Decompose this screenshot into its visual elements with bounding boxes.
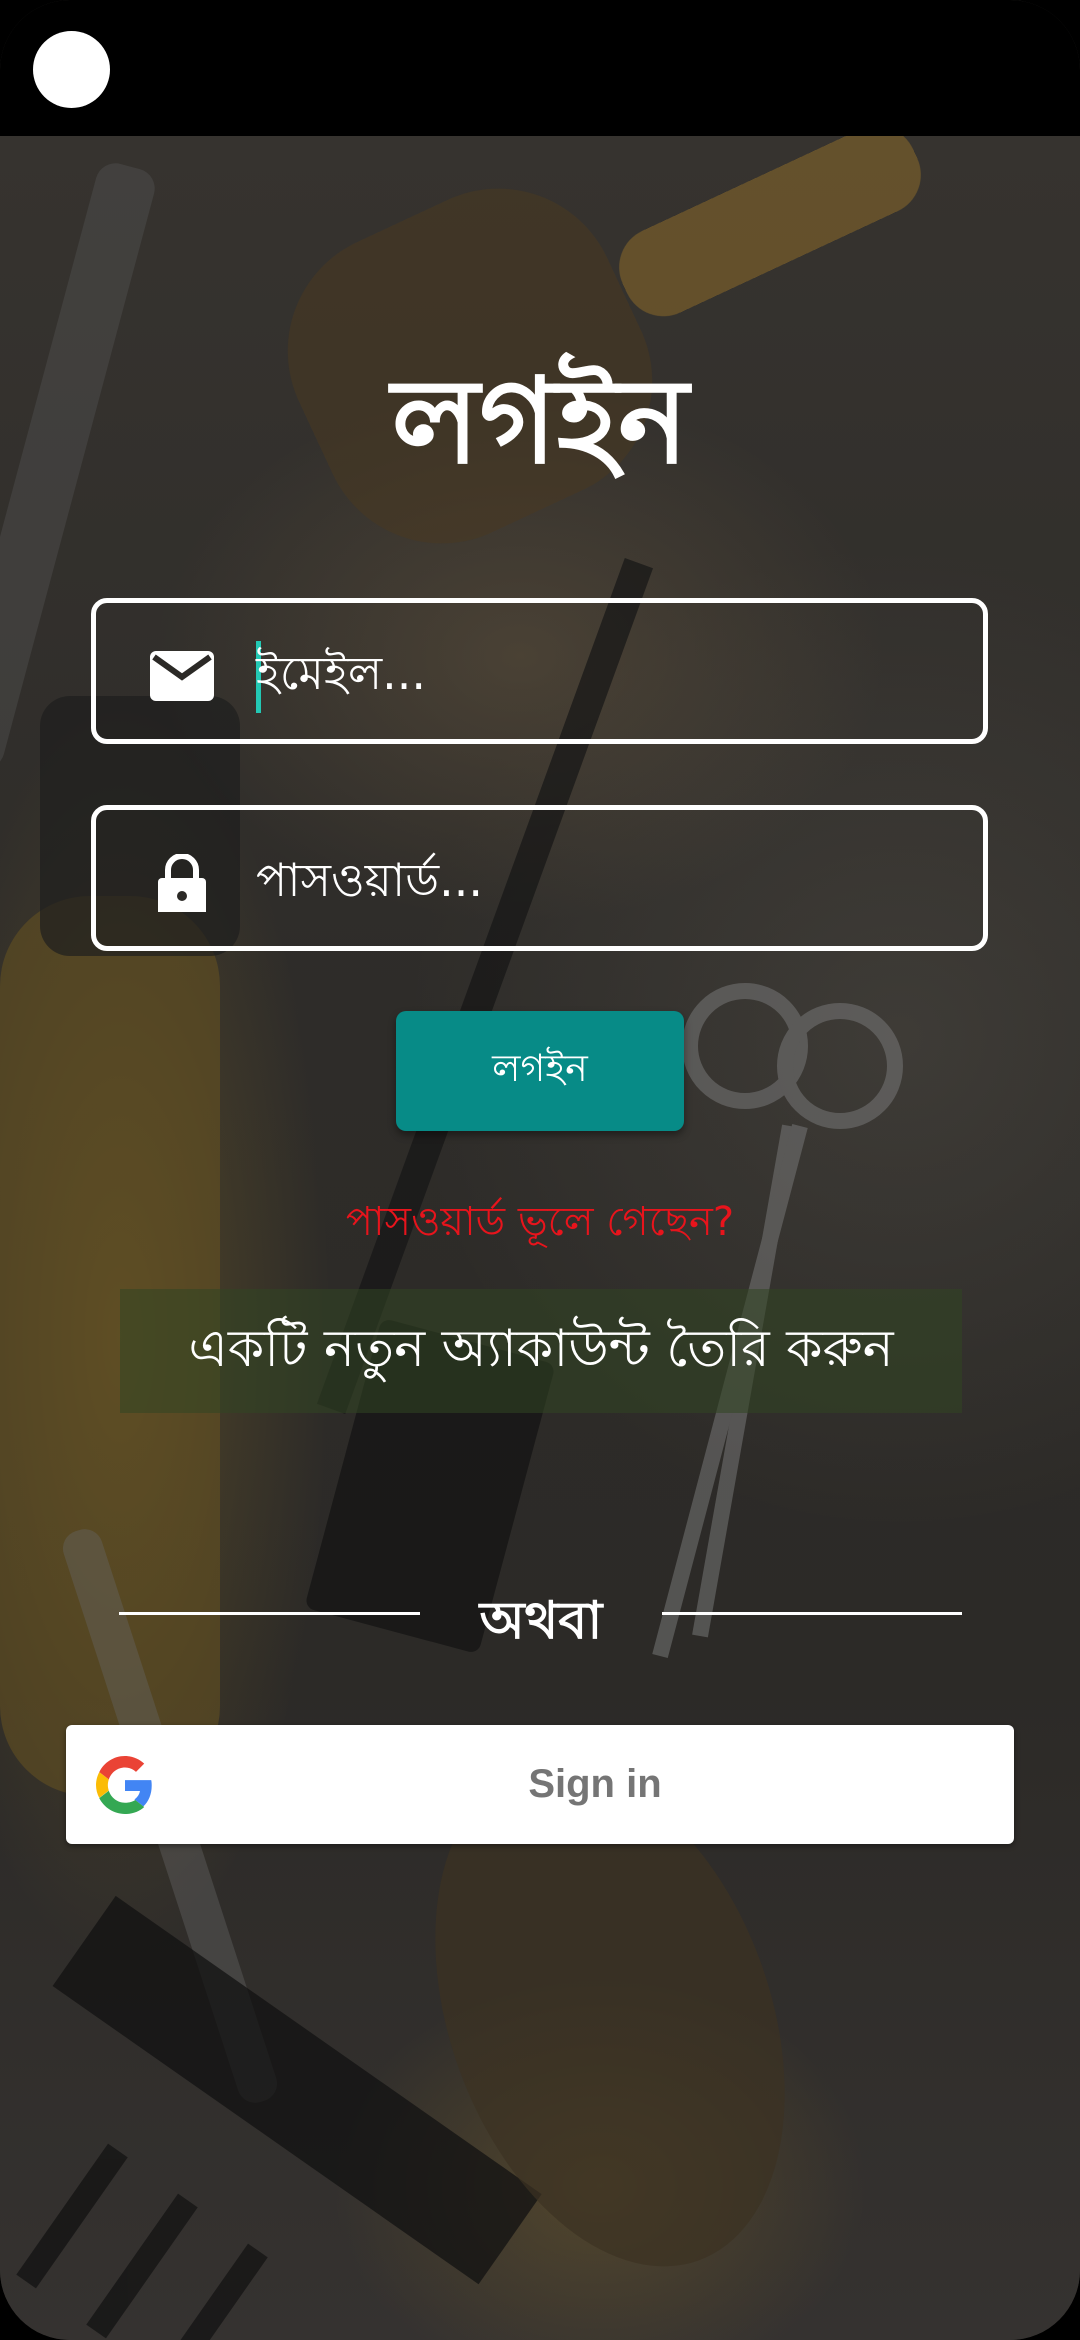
forgot-password-link[interactable]: পাসওয়ার্ড ভূলে গেছেন? xyxy=(0,1190,1080,1257)
divider-line-right xyxy=(662,1612,962,1615)
camera-cutout xyxy=(33,31,110,108)
phone-screen: লগইন ইমেইল... পাসওয়ার্ড... লগইন পাসওয়া… xyxy=(0,0,1080,2340)
divider-line-left xyxy=(119,1612,420,1615)
email-field[interactable]: ইমেইল... xyxy=(91,598,988,744)
password-field[interactable]: পাসওয়ার্ড... xyxy=(91,805,988,951)
login-form: লগইন ইমেইল... পাসওয়ার্ড... লগইন পাসওয়া… xyxy=(0,0,1080,2340)
mail-icon xyxy=(150,651,214,701)
google-signin-button[interactable]: Sign in xyxy=(66,1725,1014,1844)
create-account-button[interactable]: একটি নতুন অ্যাকাউন্ট তৈরি করুন xyxy=(120,1289,962,1413)
divider-label: অথবা xyxy=(479,1591,603,1651)
page-title: লগইন xyxy=(391,352,689,490)
lock-icon xyxy=(158,854,206,912)
password-placeholder: পাসওয়ার্ড... xyxy=(256,853,483,907)
status-bar xyxy=(0,0,1080,136)
login-button[interactable]: লগইন xyxy=(396,1011,684,1131)
google-signin-label: Sign in xyxy=(528,1762,662,1806)
email-placeholder: ইমেইল... xyxy=(256,646,427,700)
